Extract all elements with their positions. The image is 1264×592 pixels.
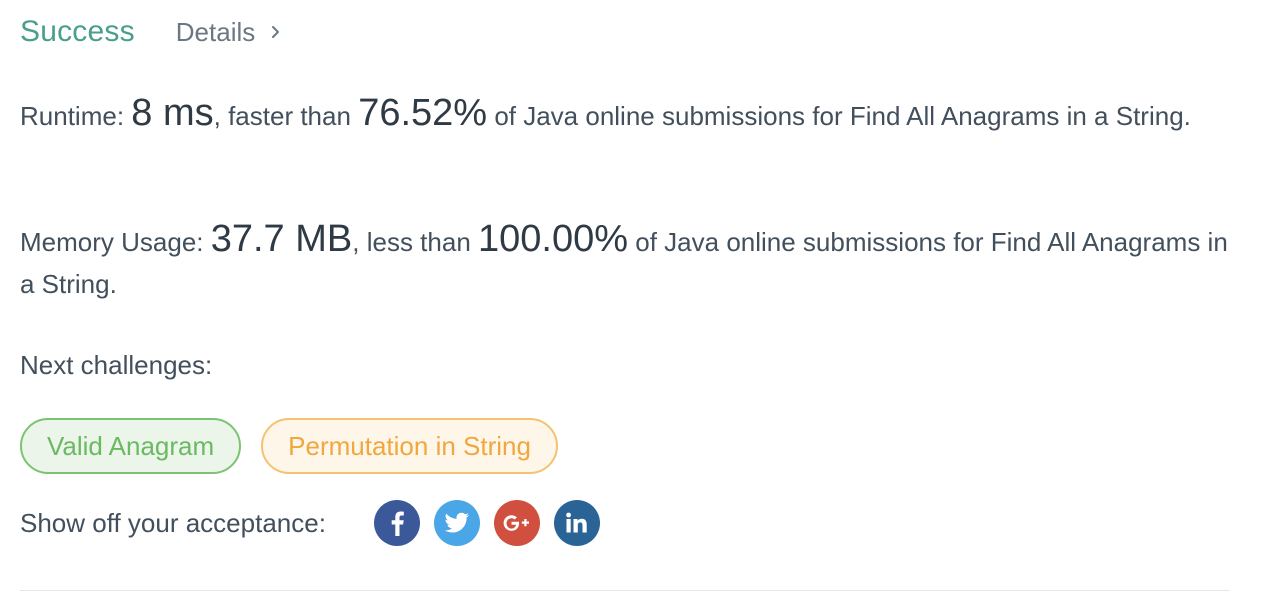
memory-value: 37.7 MB	[210, 218, 353, 260]
memory-comparison: , less than	[352, 227, 471, 257]
runtime-summary: Runtime: 8 ms, faster than 76.52% of Jav…	[20, 92, 1230, 137]
share-row: Show off your acceptance:	[20, 499, 600, 547]
details-label: Details	[175, 16, 256, 47]
next-challenges-list: Valid Anagram Permutation in String	[20, 418, 558, 474]
chevron-right-icon	[272, 26, 280, 38]
linkedin-icon[interactable]	[553, 500, 600, 546]
share-label: Show off your acceptance:	[20, 507, 326, 538]
result-header: Success Details	[20, 12, 283, 52]
divider	[20, 590, 1230, 591]
details-link[interactable]: Details	[176, 17, 283, 48]
memory-summary: Memory Usage: 37.7 MB, less than 100.00%…	[20, 218, 1230, 305]
memory-percent: 100.00%	[478, 218, 629, 260]
challenge-permutation-in-string[interactable]: Permutation in String	[261, 418, 558, 474]
runtime-comparison: , faster than	[213, 101, 351, 131]
status-title: Success	[20, 15, 135, 48]
next-challenges-label: Next challenges:	[20, 350, 213, 380]
challenge-valid-anagram[interactable]: Valid Anagram	[20, 418, 242, 474]
runtime-percent: 76.52%	[358, 92, 488, 134]
google-plus-icon[interactable]	[493, 500, 540, 546]
runtime-value: 8 ms	[131, 92, 214, 134]
memory-label: Memory Usage:	[20, 227, 204, 257]
runtime-label: Runtime:	[20, 101, 125, 131]
facebook-icon[interactable]	[373, 500, 420, 546]
social-buttons	[373, 500, 600, 546]
runtime-suffix: of Java online submissions for Find All …	[494, 101, 1191, 131]
twitter-icon[interactable]	[433, 500, 480, 546]
